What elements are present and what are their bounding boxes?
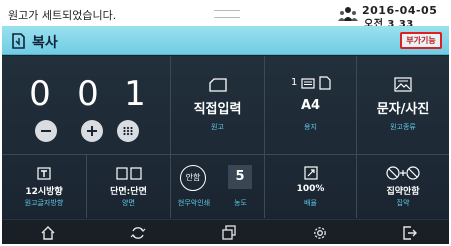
drag-handle[interactable] bbox=[214, 10, 240, 18]
paper-label: 용지 bbox=[304, 123, 317, 131]
duplex-value: 단면:단면 bbox=[110, 187, 147, 197]
home-icon[interactable] bbox=[40, 225, 56, 241]
original-document-icon bbox=[208, 78, 227, 92]
settings-panel: 0 0 1 직접입력 원고 1 A4 용지 문자/사진 원고종류 12시방향 원… bbox=[2, 56, 449, 218]
copier-screen: 원고가 세트되었습니다. 2016-04-05 오전 3 33 복사 부가기능 bbox=[2, 2, 449, 244]
image-text-icon bbox=[394, 77, 412, 92]
zoom-value: 100% bbox=[296, 184, 325, 194]
title-bar: 복사 부가기능 bbox=[2, 26, 449, 55]
original-type-setting[interactable]: 문자/사진 원고종류 bbox=[357, 56, 449, 154]
extra-functions-button[interactable]: 부가기능 bbox=[400, 32, 442, 49]
stamp-setting[interactable]: 안함 현무악인쇄 bbox=[171, 155, 217, 218]
paper-sheet-icon bbox=[319, 76, 331, 90]
original-input-setting[interactable]: 직접입력 원고 bbox=[171, 56, 264, 154]
user-group-icon[interactable] bbox=[338, 6, 358, 22]
bottom-nav-bar bbox=[2, 219, 449, 244]
status-message: 원고가 세트되었습니다. bbox=[8, 9, 117, 22]
duplex-setting[interactable]: 단면:단면 양면 bbox=[87, 155, 170, 218]
orientation-label: 원고글자방향 bbox=[24, 199, 64, 207]
original-type-value: 문자/사진 bbox=[376, 102, 430, 117]
original-type-label: 원고종류 bbox=[390, 123, 416, 131]
stamp-label: 현무악인쇄 bbox=[177, 199, 211, 207]
reset-icon[interactable] bbox=[130, 225, 146, 241]
density-setting[interactable]: 5 농도 bbox=[217, 155, 264, 218]
zoom-setting[interactable]: 100% 배율 bbox=[265, 155, 356, 218]
nup-label: 집약 bbox=[396, 199, 410, 207]
stamp-off-icon: 안함 bbox=[180, 165, 206, 191]
orientation-value: 12시방향 bbox=[25, 187, 63, 197]
copy-document-icon bbox=[12, 33, 25, 49]
status-bar: 원고가 세트되었습니다. 2016-04-05 오전 3 33 bbox=[2, 2, 449, 30]
nup-value: 집약안함 bbox=[386, 187, 420, 197]
decrease-count-button[interactable] bbox=[35, 120, 57, 142]
duplex-label: 양면 bbox=[122, 199, 135, 207]
text-direction-icon bbox=[37, 167, 51, 180]
zoom-label: 배율 bbox=[304, 199, 317, 207]
paper-size-value: A4 bbox=[300, 98, 321, 113]
paper-tray-number: 1 bbox=[291, 77, 298, 88]
copy-count-digit-1: 0 bbox=[29, 74, 51, 114]
increase-count-button[interactable] bbox=[81, 120, 103, 142]
paper-tray-icon bbox=[301, 78, 315, 89]
orientation-setting[interactable]: 12시방향 원고글자방향 bbox=[2, 155, 86, 218]
job-list-icon[interactable] bbox=[221, 225, 237, 241]
keypad-button[interactable] bbox=[117, 120, 139, 142]
minus-icon bbox=[41, 130, 51, 132]
original-input-value: 직접입력 bbox=[193, 102, 242, 117]
nup-setting[interactable]: 집약안함 집약 bbox=[357, 155, 449, 218]
keypad-icon bbox=[123, 126, 133, 136]
nup-off-icon bbox=[386, 166, 420, 180]
original-input-label: 원고 bbox=[211, 123, 224, 131]
plus-icon bbox=[87, 126, 97, 136]
settings-gear-icon[interactable] bbox=[312, 225, 328, 241]
page-title: 복사 bbox=[32, 35, 58, 51]
duplex-pages-icon bbox=[115, 167, 142, 180]
copy-count-digit-2: 0 bbox=[77, 74, 99, 114]
density-value: 5 bbox=[228, 165, 252, 189]
zoom-resize-icon bbox=[303, 166, 318, 180]
copy-count-digit-3: 1 bbox=[124, 74, 146, 114]
density-label: 농도 bbox=[234, 199, 247, 207]
paper-setting[interactable]: 1 A4 용지 bbox=[265, 56, 356, 154]
paper-icon-group: 1 bbox=[291, 76, 335, 92]
exit-icon[interactable] bbox=[402, 225, 418, 241]
